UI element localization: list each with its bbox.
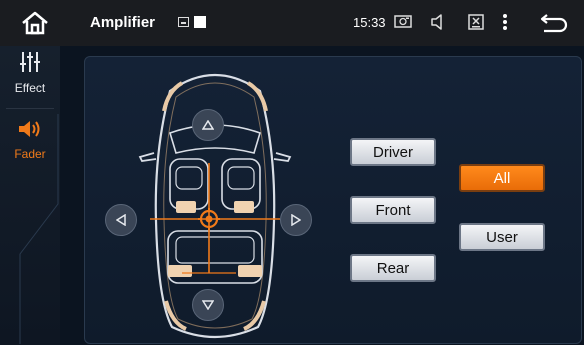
- fader-left-button[interactable]: [105, 204, 137, 236]
- status-bar: Amplifier 15:33: [0, 0, 584, 46]
- sidebar-item-label: Effect: [14, 81, 46, 95]
- sidebar: Effect Fader: [0, 46, 60, 345]
- driver-button[interactable]: Driver: [350, 138, 436, 166]
- camera-icon[interactable]: [393, 12, 413, 35]
- triangle-right-icon: [291, 214, 301, 226]
- fader-right-button[interactable]: [280, 204, 312, 236]
- triangle-left-icon: [116, 214, 126, 226]
- sidebar-item-effect[interactable]: Effect: [0, 50, 60, 95]
- user-button[interactable]: User: [459, 223, 545, 251]
- fader-down-button[interactable]: [192, 289, 224, 321]
- fader-panel: Driver Front Rear All User: [84, 56, 582, 344]
- square-icon: [194, 16, 206, 28]
- close-box-icon[interactable]: [467, 12, 485, 37]
- app-title: Amplifier: [90, 14, 156, 31]
- more-vert-icon[interactable]: [501, 12, 509, 37]
- image-icon: [178, 17, 189, 27]
- back-icon[interactable]: [538, 10, 570, 41]
- equalizer-icon: [20, 52, 40, 72]
- all-button[interactable]: All: [459, 164, 545, 192]
- sidebar-divider: [6, 108, 54, 109]
- clock: 15:33: [353, 15, 386, 30]
- sidebar-border-decoration: [19, 114, 59, 344]
- fader-up-button[interactable]: [192, 109, 224, 141]
- front-button[interactable]: Front: [350, 196, 436, 224]
- fader-target[interactable]: [198, 208, 220, 230]
- volume-icon[interactable]: [429, 12, 447, 37]
- triangle-up-icon: [202, 120, 214, 130]
- rear-button[interactable]: Rear: [350, 254, 436, 282]
- triangle-down-icon: [202, 300, 214, 310]
- home-icon[interactable]: [20, 10, 50, 36]
